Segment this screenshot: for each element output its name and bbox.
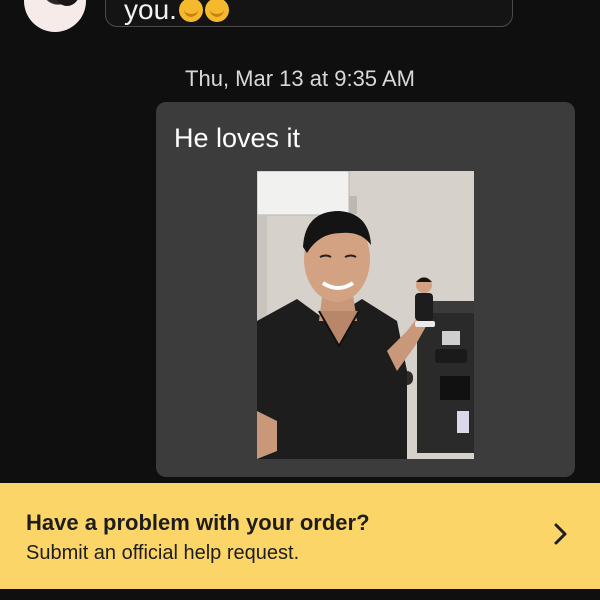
help-banner-title: Have a problem with your order? <box>26 510 370 535</box>
chevron-right-icon[interactable] <box>550 521 572 547</box>
help-banner-subtitle: Submit an official help request. <box>26 542 300 564</box>
avatar-hair <box>54 0 80 6</box>
message-photo[interactable] <box>257 171 474 459</box>
message-timestamp: Thu, Mar 13 at 9:35 AM <box>0 66 600 92</box>
timestamp-text: Thu, Mar 13 at 9:35 AM <box>185 66 415 91</box>
previous-message-text: you. <box>124 0 229 25</box>
sender-avatar[interactable] <box>24 0 86 32</box>
previous-message-bubble: you. <box>105 0 513 27</box>
outgoing-message-bubble: He loves it <box>156 102 575 477</box>
grinning-face-emoji-icon <box>204 0 229 22</box>
help-request-banner[interactable]: Have a problem with your order? Submit a… <box>0 483 600 589</box>
grinning-face-emoji-icon <box>178 0 203 22</box>
bottom-divider <box>0 589 600 600</box>
previous-message-label: you. <box>124 0 177 25</box>
conversation-screen: you. Thu, Mar 13 at 9:35 AM He loves it <box>0 0 600 600</box>
photo-image <box>257 171 474 459</box>
message-text: He loves it <box>174 123 301 153</box>
